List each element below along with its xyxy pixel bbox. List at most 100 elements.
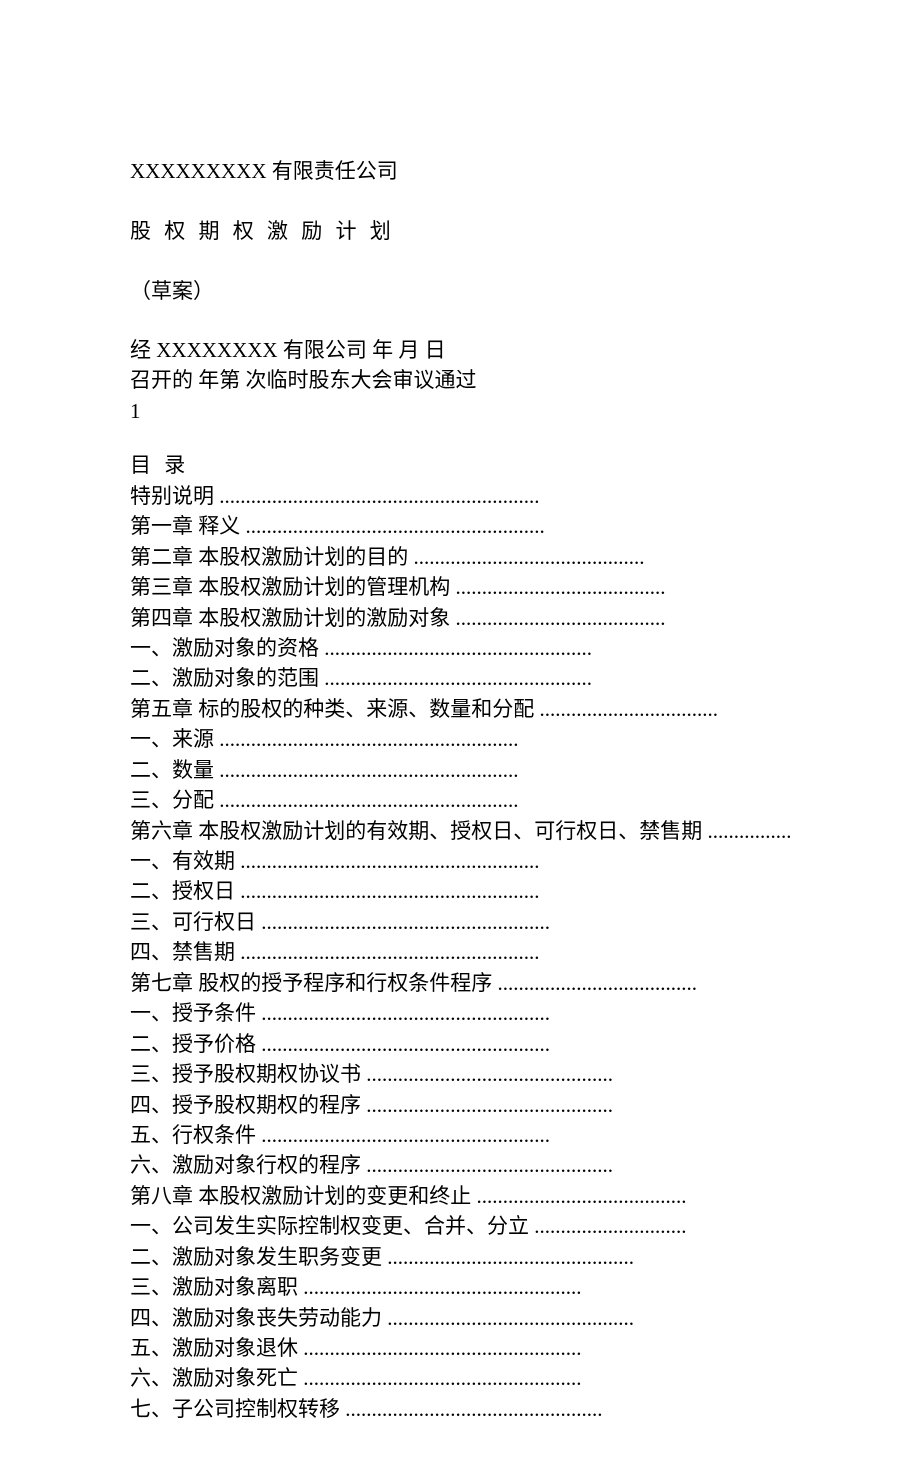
toc-dots: ........................................…	[345, 1397, 602, 1421]
toc-text: 四、禁售期	[130, 940, 240, 964]
toc-dots: ........................................…	[246, 514, 545, 538]
toc-dots: ........................................…	[303, 1336, 581, 1360]
toc-text: 一、授予条件	[130, 1001, 261, 1025]
toc-entry: 四、激励对象丧失劳动能力 ...........................…	[130, 1303, 790, 1333]
toc-dots: ........................................…	[414, 545, 645, 569]
toc-dots: ........................................…	[261, 1123, 550, 1147]
toc-entry: 六、激励对象行权的程序 ............................…	[130, 1150, 790, 1180]
toc-entry: 第三章 本股权激励计划的管理机构 .......................…	[130, 572, 790, 602]
toc-entry: 第四章 本股权激励计划的激励对象 .......................…	[130, 603, 790, 633]
toc-entry: 第七章 股权的授予程序和行权条件程序 .....................…	[130, 968, 790, 998]
toc-text: 六、激励对象行权的程序	[130, 1153, 366, 1177]
toc-entry: 七、子公司控制权转移 .............................…	[130, 1394, 790, 1424]
toc-dots: ........................................…	[303, 1275, 581, 1299]
toc-entry: 二、激励对象发生职务变更 ...........................…	[130, 1242, 790, 1272]
toc-entry: 二、数量 ...................................…	[130, 755, 790, 785]
toc-text: 五、行权条件	[130, 1123, 261, 1147]
toc-dots: ........................................…	[219, 727, 518, 751]
toc-dots: ........................................…	[240, 879, 539, 903]
toc-dots: ........................................…	[366, 1062, 613, 1086]
toc-entry: 一、公司发生实际控制权变更、合并、分立 ....................…	[130, 1211, 790, 1241]
toc-dots: ........................................…	[387, 1306, 634, 1330]
toc-entry: 一、激励对象的资格 ..............................…	[130, 633, 790, 663]
toc-text: 一、来源	[130, 727, 219, 751]
plan-title: 股 权 期 权 激 励 计 划	[130, 215, 790, 245]
toc-entry: 第一章 释义 .................................…	[130, 511, 790, 541]
toc-text: 一、有效期	[130, 849, 240, 873]
toc-entry: 一、来源 ...................................…	[130, 724, 790, 754]
toc-text: 二、授权日	[130, 879, 240, 903]
toc-text: 七、子公司控制权转移	[130, 1397, 345, 1421]
toc-text: 二、数量	[130, 758, 219, 782]
toc-text: 一、公司发生实际控制权变更、合并、分立	[130, 1214, 534, 1238]
toc-dots: .............................	[534, 1214, 686, 1238]
toc-text: 第一章 释义	[130, 514, 246, 538]
toc-text: 三、分配	[130, 788, 219, 812]
toc-text: 三、可行权日	[130, 910, 261, 934]
toc-dots: ..................................	[540, 697, 719, 721]
toc-title: 目 录	[130, 450, 790, 480]
toc-entry: 三、分配 ...................................…	[130, 785, 790, 815]
toc-entry: 五、激励对象退休 ...............................…	[130, 1333, 790, 1363]
toc-dots: ........................................…	[366, 1153, 613, 1177]
toc-dots: ..................	[708, 819, 791, 843]
toc-text: 二、激励对象的范围	[130, 666, 324, 690]
toc-text: 第四章 本股权激励计划的激励对象	[130, 606, 456, 630]
toc-dots: ........................................…	[219, 484, 539, 508]
intro-line-1: 经 XXXXXXXX 有限公司 年 月 日	[130, 335, 790, 365]
toc-entry: 二、授权日 ..................................…	[130, 876, 790, 906]
toc-entry: 第五章 标的股权的种类、来源、数量和分配 ...................…	[130, 694, 790, 724]
toc-text: 第三章 本股权激励计划的管理机构	[130, 575, 456, 599]
toc-dots: ......................................	[498, 971, 698, 995]
toc-entry: 二、激励对象的范围 ..............................…	[130, 663, 790, 693]
toc-dots: ........................................…	[366, 1093, 613, 1117]
toc-dots: ........................................…	[261, 910, 550, 934]
toc-entry: 二、授予价格 .................................…	[130, 1029, 790, 1059]
toc-text: 第八章 本股权激励计划的变更和终止	[130, 1184, 477, 1208]
toc-dots: ........................................	[456, 575, 666, 599]
toc-text: 一、激励对象的资格	[130, 636, 324, 660]
toc-dots: ........................................…	[387, 1245, 634, 1269]
intro-line-2: 召开的 年第 次临时股东大会审议通过	[130, 365, 790, 395]
toc-text: 四、激励对象丧失劳动能力	[130, 1306, 387, 1330]
draft-label: （草案）	[130, 275, 790, 305]
company-name: XXXXXXXXX 有限责任公司	[130, 155, 790, 185]
toc-text: 五、激励对象退休	[130, 1336, 303, 1360]
toc-text: 四、授予股权期权的程序	[130, 1093, 366, 1117]
toc-dots: ........................................…	[261, 1001, 550, 1025]
toc-dots: ........................................…	[240, 940, 539, 964]
toc-text: 第六章 本股权激励计划的有效期、授权日、可行权日、禁售期	[130, 819, 708, 843]
toc-entry: 三、授予股权期权协议书 ............................…	[130, 1059, 790, 1089]
toc-entry: 一、授予条件 .................................…	[130, 998, 790, 1028]
page-number: 1	[130, 396, 790, 426]
toc-text: 第五章 标的股权的种类、来源、数量和分配	[130, 697, 540, 721]
toc-text: 六、激励对象死亡	[130, 1366, 303, 1390]
toc-entry: 六、激励对象死亡 ...............................…	[130, 1363, 790, 1393]
toc-entry: 第六章 本股权激励计划的有效期、授权日、可行权日、禁售期 ...........…	[130, 816, 790, 846]
toc-entry: 第八章 本股权激励计划的变更和终止 ......................…	[130, 1181, 790, 1211]
toc-entry: 特别说明 ...................................…	[130, 481, 790, 511]
toc-dots: ........................................…	[261, 1032, 550, 1056]
toc-text: 三、激励对象离职	[130, 1275, 303, 1299]
toc-dots: ........................................…	[303, 1366, 581, 1390]
toc-text: 二、激励对象发生职务变更	[130, 1245, 387, 1269]
toc-entry: 一、有效期 ..................................…	[130, 846, 790, 876]
toc-text: 第七章 股权的授予程序和行权条件程序	[130, 971, 498, 995]
toc-dots: ........................................…	[324, 636, 592, 660]
toc-entry: 五、行权条件 .................................…	[130, 1120, 790, 1150]
toc-text: 第二章 本股权激励计划的目的	[130, 545, 414, 569]
toc-entry: 四、禁售期 ..................................…	[130, 937, 790, 967]
toc-dots: ........................................	[477, 1184, 687, 1208]
toc-text: 三、授予股权期权协议书	[130, 1062, 366, 1086]
toc-dots: ........................................…	[219, 788, 518, 812]
toc-dots: ........................................…	[324, 666, 592, 690]
toc-dots: ........................................	[456, 606, 666, 630]
toc-text: 特别说明	[130, 484, 219, 508]
toc-entry: 三、激励对象离职 ...............................…	[130, 1272, 790, 1302]
toc-dots: ........................................…	[240, 849, 539, 873]
toc-entry: 三、可行权日 .................................…	[130, 907, 790, 937]
toc-entry: 第二章 本股权激励计划的目的 .........................…	[130, 542, 790, 572]
toc-entry: 四、授予股权期权的程序 ............................…	[130, 1090, 790, 1120]
toc-text: 二、授予价格	[130, 1032, 261, 1056]
toc-dots: ........................................…	[219, 758, 518, 782]
